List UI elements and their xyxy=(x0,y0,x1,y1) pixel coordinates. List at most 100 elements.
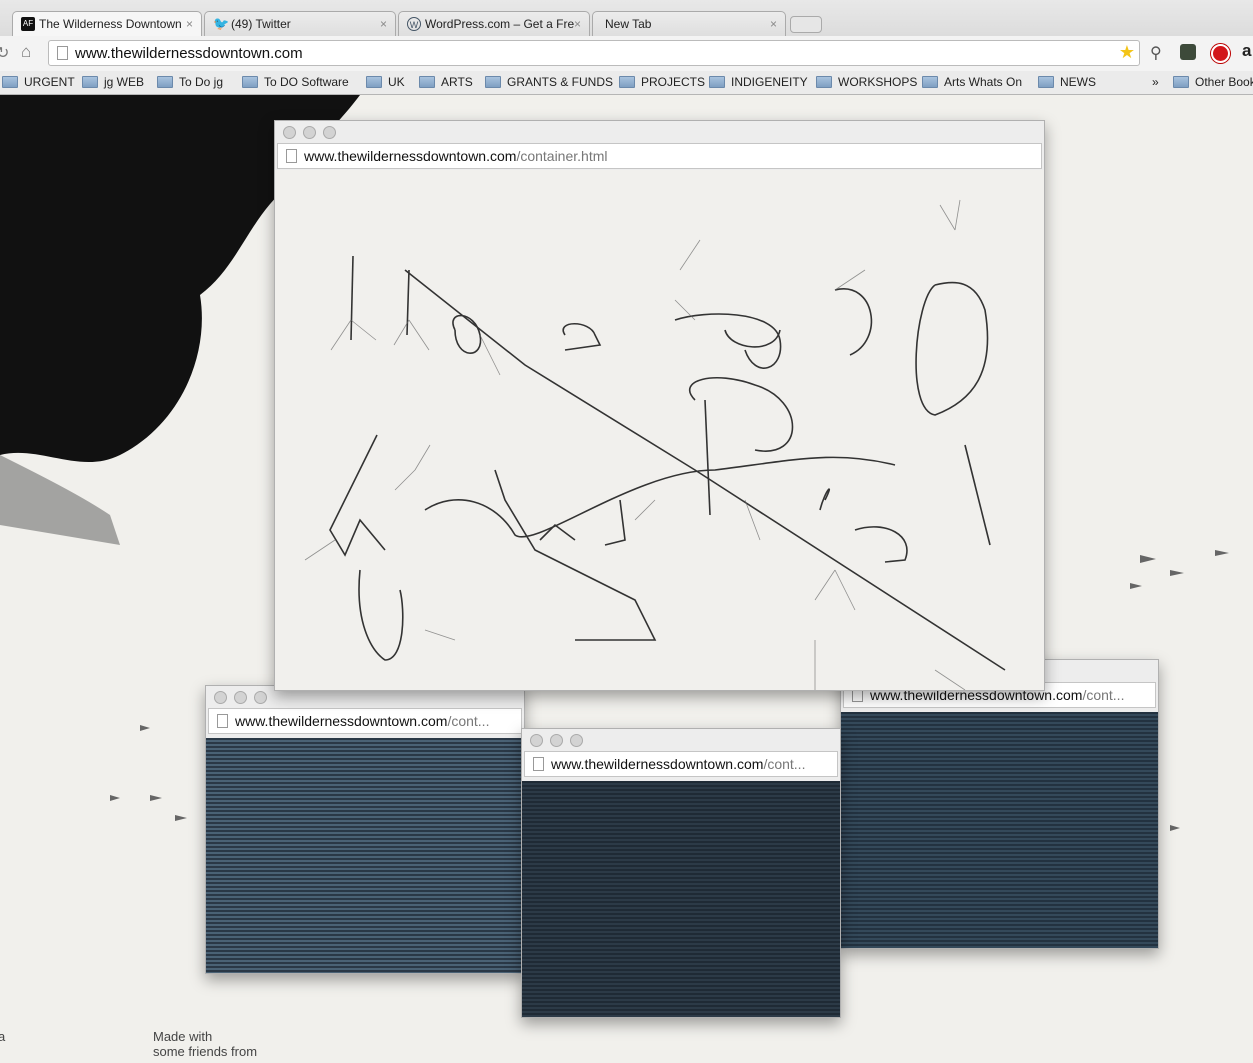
bookmark-folder[interactable]: NEWS xyxy=(1038,75,1096,89)
adblock-extension-icon[interactable] xyxy=(1211,44,1230,63)
zoom-window-icon[interactable] xyxy=(323,126,336,139)
close-window-icon[interactable] xyxy=(530,734,543,747)
evernote-extension-icon[interactable] xyxy=(1180,44,1196,60)
url-domain: www.thewildernessdowntown.com xyxy=(551,756,764,772)
bookmark-folder[interactable]: ARTS xyxy=(419,75,473,89)
folder-icon xyxy=(1173,76,1189,88)
folder-icon xyxy=(419,76,435,88)
popup-url-bar: www.thewildernessdowntown.com/cont... xyxy=(208,708,522,734)
folder-icon xyxy=(485,76,501,88)
popup-url-bar: www.thewildernessdowntown.com/container.… xyxy=(277,143,1042,169)
tab-label: WordPress.com – Get a Fre xyxy=(425,17,575,31)
url-domain: www.thewildernessdowntown.com xyxy=(235,713,448,729)
folder-icon xyxy=(366,76,382,88)
popup-titlebar[interactable] xyxy=(275,121,1044,143)
bookmarks-overflow-button[interactable]: » xyxy=(1152,75,1159,89)
zoom-window-icon[interactable] xyxy=(254,691,267,704)
zoom-window-icon[interactable] xyxy=(570,734,583,747)
folder-icon xyxy=(709,76,725,88)
url-domain: www.thewildernessdowntown.com xyxy=(304,148,517,164)
page-icon xyxy=(286,149,297,163)
url-path: /container.html xyxy=(516,148,608,164)
amazon-extension-icon[interactable]: a xyxy=(1242,41,1251,61)
tab-label: The Wilderness Downtown xyxy=(39,17,182,31)
tab-new-tab[interactable]: New Tab × xyxy=(592,11,786,36)
bookmark-label: Other Book xyxy=(1195,75,1253,89)
page-icon xyxy=(533,757,544,771)
handwriting-tree-canvas[interactable] xyxy=(275,170,1044,690)
window-controls[interactable] xyxy=(214,691,267,704)
bookmark-label: UK xyxy=(388,75,405,89)
new-tab-button[interactable] xyxy=(790,16,822,33)
tab-label: New Tab xyxy=(605,17,652,31)
window-controls[interactable] xyxy=(283,126,336,139)
popup-window-right[interactable]: www.thewildernessdowntown.com/cont... xyxy=(840,659,1159,949)
bookmark-folder[interactable]: INDIGENEITY xyxy=(709,75,808,89)
minimize-window-icon[interactable] xyxy=(303,126,316,139)
folder-icon xyxy=(2,76,18,88)
lamp-extension-icon[interactable]: ⚲ xyxy=(1150,43,1162,63)
overflow-label: » xyxy=(1152,75,1159,89)
af-favicon-icon: AF xyxy=(21,17,35,31)
popup-titlebar[interactable] xyxy=(522,729,840,751)
bookmarks-bar: URGENT jg WEB To Do jg To DO Software UK… xyxy=(0,71,1253,95)
popup-window-left[interactable]: www.thewildernessdowntown.com/cont... xyxy=(205,685,525,974)
toolbar: ↻ ⌂ www.thewildernessdowntown.com ★ ⚲ a xyxy=(0,36,1253,71)
bookmark-folder[interactable]: Arts Whats On xyxy=(922,75,1022,89)
folder-icon xyxy=(82,76,98,88)
footer-made-with: Made with xyxy=(153,1029,213,1044)
close-tab-icon[interactable]: × xyxy=(186,17,193,31)
bookmark-label: WORKSHOPS xyxy=(838,75,918,89)
bookmark-label: GRANTS & FUNDS xyxy=(507,75,614,89)
bookmark-label: URGENT xyxy=(24,75,75,89)
bookmark-folder[interactable]: To DO Software xyxy=(242,75,349,89)
window-controls[interactable] xyxy=(530,734,583,747)
tab-strip: AF The Wilderness Downtown × 🐦 (49) Twitter… xyxy=(0,0,1253,36)
video-frame xyxy=(522,781,840,1017)
twitter-icon: 🐦 xyxy=(213,16,230,31)
close-tab-icon[interactable]: × xyxy=(380,17,387,31)
popup-url-bar: www.thewildernessdowntown.com/cont... xyxy=(524,751,838,777)
bookmark-label: INDIGENEITY xyxy=(731,75,808,89)
folder-icon xyxy=(242,76,258,88)
bookmark-folder[interactable]: GRANTS & FUNDS xyxy=(485,75,613,89)
tab-wilderness[interactable]: AF The Wilderness Downtown × xyxy=(12,11,202,36)
bookmark-label: PROJECTS xyxy=(641,75,706,89)
url-path: /cont... xyxy=(1082,687,1125,703)
bookmark-label: To Do jg xyxy=(179,75,224,89)
other-bookmarks[interactable]: Other Book xyxy=(1173,75,1253,89)
page-icon xyxy=(217,714,228,728)
tab-label: (49) Twitter xyxy=(231,17,291,31)
minimize-window-icon[interactable] xyxy=(550,734,563,747)
address-bar[interactable]: www.thewildernessdowntown.com ★ xyxy=(48,40,1140,66)
popup-window-main[interactable]: www.thewildernessdowntown.com/container.… xyxy=(274,120,1045,691)
reload-icon[interactable]: ↻ xyxy=(0,43,9,63)
bookmark-folder[interactable]: UK xyxy=(366,75,405,89)
bookmark-label: To DO Software xyxy=(264,75,349,89)
close-window-icon[interactable] xyxy=(283,126,296,139)
tab-wordpress[interactable]: W WordPress.com – Get a Fre × xyxy=(398,11,590,36)
bookmark-folder[interactable]: WORKSHOPS xyxy=(816,75,917,89)
bookmark-folder[interactable]: jg WEB xyxy=(82,75,144,89)
popup-window-middle[interactable]: www.thewildernessdowntown.com/cont... xyxy=(521,728,841,1018)
tab-twitter[interactable]: 🐦 (49) Twitter × xyxy=(204,11,396,36)
address-text: www.thewildernessdowntown.com xyxy=(75,45,303,62)
bookmark-folder[interactable]: PROJECTS xyxy=(619,75,705,89)
folder-icon xyxy=(157,76,173,88)
close-window-icon[interactable] xyxy=(214,691,227,704)
bookmark-label: NEWS xyxy=(1060,75,1096,89)
folder-icon xyxy=(619,76,635,88)
minimize-window-icon[interactable] xyxy=(234,691,247,704)
close-tab-icon[interactable]: × xyxy=(574,17,581,31)
close-tab-icon[interactable]: × xyxy=(770,17,777,31)
bookmark-folder[interactable]: To Do jg xyxy=(157,75,223,89)
bookmark-folder[interactable]: URGENT xyxy=(2,75,75,89)
folder-icon xyxy=(1038,76,1054,88)
bookmark-label: Arts Whats On xyxy=(944,75,1023,89)
bookmark-label: ARTS xyxy=(441,75,473,89)
page-icon xyxy=(57,46,68,60)
footer-fragment: a xyxy=(0,1029,6,1044)
bookmark-star-icon[interactable]: ★ xyxy=(1119,42,1135,63)
url-path: /cont... xyxy=(763,756,806,772)
home-icon[interactable]: ⌂ xyxy=(21,42,31,62)
